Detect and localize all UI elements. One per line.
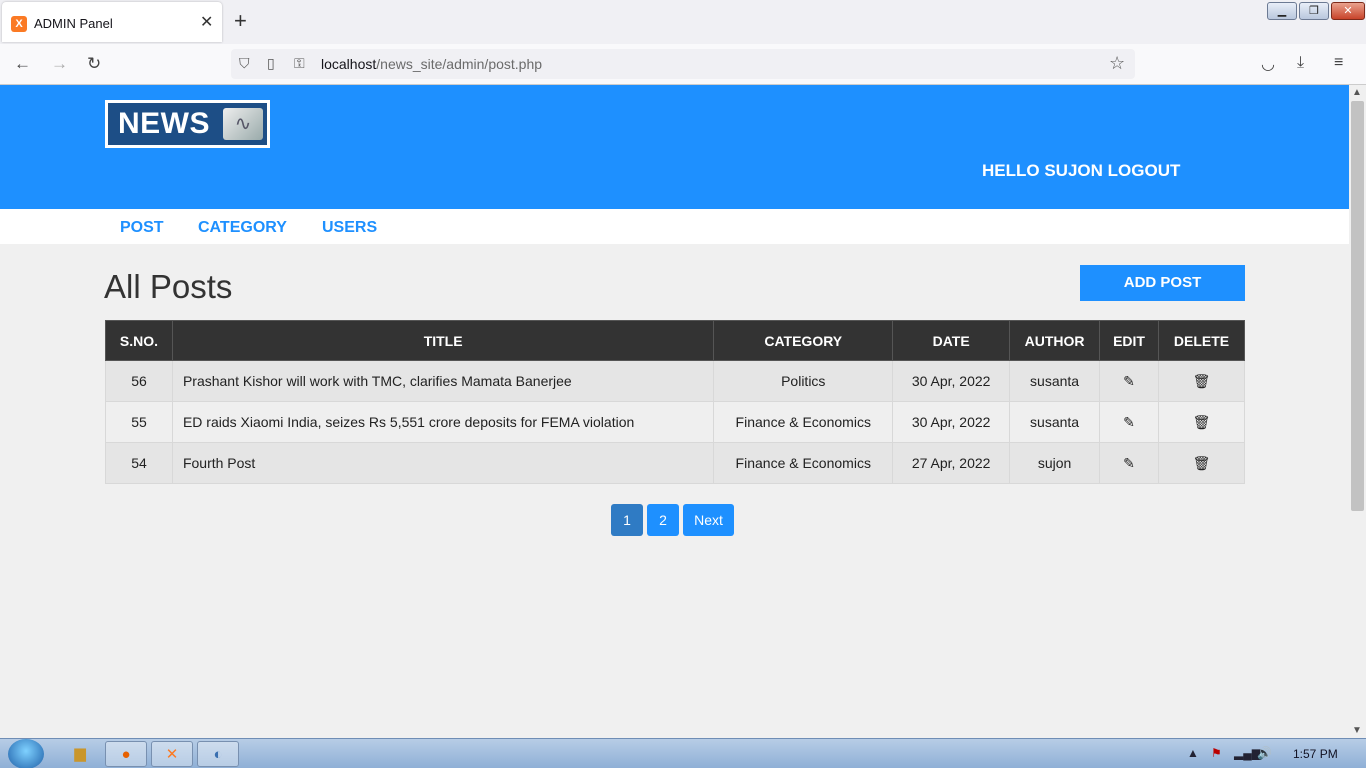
cell-category: Finance & Economics bbox=[713, 442, 894, 484]
cell-delete: 🗑 bbox=[1157, 442, 1246, 484]
url-path: /news_site/admin/post.php bbox=[376, 56, 543, 72]
scroll-down-icon[interactable]: ▼ bbox=[1352, 725, 1362, 736]
bookmark-star-icon[interactable]: ☆ bbox=[1109, 53, 1125, 74]
menu-item-category[interactable]: CATEGORY bbox=[198, 219, 287, 237]
cell-edit: ✎ bbox=[1099, 360, 1159, 402]
close-icon: ✕ bbox=[1343, 5, 1353, 17]
tab-title: ADMIN Panel bbox=[34, 16, 113, 31]
download-icon[interactable]: ⤓ bbox=[1297, 54, 1304, 72]
edit-icon[interactable]: ✎ bbox=[1123, 373, 1135, 390]
user-greeting: HELLO SUJON LOGOUT bbox=[982, 161, 1180, 181]
edit-icon[interactable]: ✎ bbox=[1123, 414, 1135, 431]
url-host: localhost bbox=[321, 56, 377, 72]
browser-toolbar: ← → ↻ ⛉ ▯ ⚿ localhost/news_site/admin/po… bbox=[0, 44, 1366, 85]
cell-author: sujon bbox=[1009, 442, 1101, 484]
cell-title: Prashant Kishor will work with TMC, clar… bbox=[171, 360, 715, 402]
cell-author: susanta bbox=[1009, 360, 1101, 402]
greeting-text: HELLO SUJON bbox=[982, 161, 1103, 180]
browser-tab-bar: X ADMIN Panel ✕ + ▁ ❐ ✕ bbox=[0, 0, 1366, 44]
posts-table: S.NO. TITLE CATEGORY DATE AUTHOR EDIT DE… bbox=[105, 320, 1246, 484]
cell-date: 30 Apr, 2022 bbox=[892, 401, 1011, 443]
cell-date: 27 Apr, 2022 bbox=[892, 442, 1011, 484]
next-page-button[interactable]: Next bbox=[683, 504, 734, 536]
restore-icon: ❐ bbox=[1309, 5, 1319, 17]
key-icon[interactable]: ⚿ bbox=[294, 55, 305, 72]
browser-tab[interactable]: X ADMIN Panel ✕ bbox=[2, 2, 222, 42]
edit-icon[interactable]: ✎ bbox=[1123, 455, 1135, 472]
cell-title: Fourth Post bbox=[171, 442, 715, 484]
logo-panel: NEWS ∿ bbox=[108, 103, 267, 145]
cell-edit: ✎ bbox=[1099, 442, 1159, 484]
hamburger-menu-icon[interactable]: ≡ bbox=[1334, 54, 1343, 72]
window-close-button[interactable]: ✕ bbox=[1331, 2, 1365, 20]
vertical-scrollbar[interactable]: ▲ ▼ bbox=[1349, 85, 1366, 738]
scroll-thumb[interactable] bbox=[1351, 101, 1364, 511]
page-viewport: NEWS ∿ HELLO SUJON LOGOUT POST CATEGORY … bbox=[0, 85, 1349, 738]
page-2-button[interactable]: 2 bbox=[647, 504, 679, 536]
cell-edit: ✎ bbox=[1099, 401, 1159, 443]
xampp-favicon-icon: X bbox=[11, 16, 27, 32]
volume-icon[interactable]: 🔊 bbox=[1257, 746, 1272, 760]
cell-delete: 🗑 bbox=[1157, 360, 1246, 402]
cell-sno: 54 bbox=[105, 442, 173, 484]
admin-menu: POST CATEGORY USERS bbox=[0, 209, 1349, 244]
cell-title: ED raids Xiaomi India, seizes Rs 5,551 c… bbox=[171, 401, 715, 443]
menu-item-users[interactable]: USERS bbox=[322, 219, 377, 237]
url-text[interactable]: localhost/news_site/admin/post.php bbox=[321, 56, 542, 72]
table-row: 54 Fourth Post Finance & Economics 27 Ap… bbox=[105, 442, 1246, 484]
window-restore-button[interactable]: ❐ bbox=[1299, 2, 1329, 20]
header-author: AUTHOR bbox=[1009, 320, 1101, 361]
cell-category: Finance & Economics bbox=[713, 401, 894, 443]
pocket-icon[interactable]: ◡ bbox=[1261, 54, 1275, 74]
minimize-icon: ▁ bbox=[1277, 5, 1287, 17]
header-category: CATEGORY bbox=[713, 320, 894, 361]
cell-sno: 56 bbox=[105, 360, 173, 402]
forward-arrow-icon[interactable]: → bbox=[51, 54, 68, 74]
site-logo[interactable]: NEWS ∿ bbox=[105, 100, 270, 148]
system-clock[interactable]: 1:57 PM bbox=[1293, 747, 1338, 761]
cell-author: susanta bbox=[1009, 401, 1101, 443]
action-center-flag-icon[interactable]: ⚑ bbox=[1211, 746, 1222, 760]
xampp-icon[interactable]: ✕ bbox=[151, 741, 193, 767]
site-header: NEWS ∿ HELLO SUJON LOGOUT bbox=[0, 85, 1349, 209]
shield-icon[interactable]: ⛉ bbox=[239, 55, 250, 72]
table-row: 55 ED raids Xiaomi India, seizes Rs 5,55… bbox=[105, 401, 1246, 443]
header-delete: DELETE bbox=[1157, 320, 1246, 361]
trash-icon[interactable]: 🗑 bbox=[1193, 455, 1211, 472]
cell-date: 30 Apr, 2022 bbox=[892, 360, 1011, 402]
menu-item-post[interactable]: POST bbox=[120, 219, 164, 237]
url-bar[interactable]: ⛉ ▯ ⚿ localhost/news_site/admin/post.php… bbox=[231, 49, 1135, 79]
close-icon[interactable]: ✕ bbox=[200, 12, 213, 32]
firefox-icon[interactable]: ● bbox=[105, 741, 147, 767]
page-title: All Posts bbox=[104, 268, 233, 305]
page-info-icon[interactable]: ▯ bbox=[267, 55, 275, 72]
header-edit: EDIT bbox=[1099, 320, 1159, 361]
table-header-row: S.NO. TITLE CATEGORY DATE AUTHOR EDIT DE… bbox=[105, 320, 1246, 361]
back-arrow-icon[interactable]: ← bbox=[14, 54, 31, 74]
logout-link[interactable]: LOGOUT bbox=[1108, 161, 1181, 180]
scroll-up-icon[interactable]: ▲ bbox=[1352, 87, 1362, 98]
header-sno: S.NO. bbox=[105, 320, 173, 361]
table-row: 56 Prashant Kishor will work with TMC, c… bbox=[105, 360, 1246, 402]
reload-icon[interactable]: ↻ bbox=[87, 54, 101, 74]
cell-category: Politics bbox=[713, 360, 894, 402]
header-date: DATE bbox=[892, 320, 1011, 361]
trash-icon[interactable]: 🗑 bbox=[1193, 414, 1211, 431]
cell-sno: 55 bbox=[105, 401, 173, 443]
start-button[interactable] bbox=[8, 739, 44, 768]
file-explorer-icon[interactable]: ▆ bbox=[59, 741, 101, 767]
cell-delete: 🗑 bbox=[1157, 401, 1246, 443]
trash-icon[interactable]: 🗑 bbox=[1193, 373, 1211, 390]
header-title: TITLE bbox=[171, 320, 715, 361]
new-tab-plus-icon[interactable]: + bbox=[234, 10, 247, 32]
page-1-button[interactable]: 1 bbox=[611, 504, 643, 536]
windows-taskbar: ▆ ● ✕ ◐ ▲ ⚑ ▂▄▆ 🔊 1:57 PM bbox=[0, 738, 1366, 768]
show-hidden-icons-icon[interactable]: ▲ bbox=[1187, 746, 1199, 760]
logo-emblem-icon: ∿ bbox=[223, 108, 263, 140]
add-post-button[interactable]: ADD POST bbox=[1080, 265, 1245, 301]
logo-text: NEWS bbox=[118, 107, 210, 140]
window-minimize-button[interactable]: ▁ bbox=[1267, 2, 1297, 20]
paint-icon[interactable]: ◐ bbox=[197, 741, 239, 767]
